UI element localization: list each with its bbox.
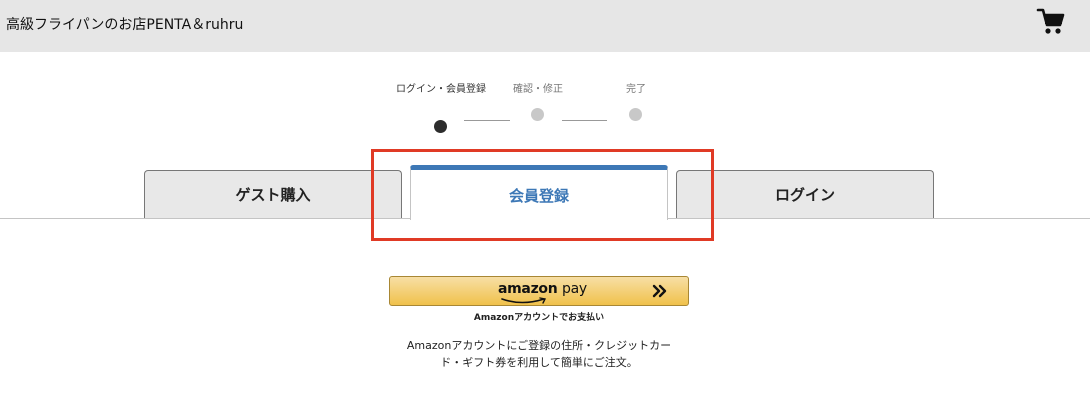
progress-steps: ログイン・会員登録 確認・修正 完了 xyxy=(0,82,1090,142)
highlight-annotation-box xyxy=(371,149,714,241)
amazon-pay-description: Amazonアカウントにご登録の住所・クレジットカー ド・ギフト券を利用して簡単… xyxy=(389,337,689,371)
amazon-pay-caption: Amazonアカウントでお支払い xyxy=(473,313,605,323)
step-connector xyxy=(562,120,607,121)
pay-logo-text: pay xyxy=(562,281,587,297)
amazon-logo-text: amazon xyxy=(498,281,558,297)
header: 高級フライパンのお店PENTA＆ruhru xyxy=(0,0,1090,52)
amazon-pay-button[interactable]: amazon pay xyxy=(389,276,689,306)
tab-login[interactable]: ログイン xyxy=(676,170,934,218)
description-line: ド・ギフト券を利用して簡単にご注文。 xyxy=(440,356,638,369)
tab-guest-purchase[interactable]: ゲスト購入 xyxy=(144,170,402,218)
step-label-confirm: 確認・修正 xyxy=(513,84,563,95)
shop-title[interactable]: 高級フライパンのお店PENTA＆ruhru xyxy=(6,14,243,34)
amazon-pay-logo: amazon pay xyxy=(498,281,587,297)
step-connector xyxy=(464,120,510,121)
step-dot-upcoming xyxy=(629,108,642,121)
double-chevron-right-icon xyxy=(652,284,667,298)
cart-icon[interactable] xyxy=(1036,6,1066,36)
step-dot-current xyxy=(434,120,447,133)
amazon-smile-icon xyxy=(501,297,547,304)
step-dot-upcoming xyxy=(531,108,544,121)
step-label-login: ログイン・会員登録 xyxy=(396,84,486,95)
description-line: Amazonアカウントにご登録の住所・クレジットカー xyxy=(406,339,672,352)
step-label-complete: 完了 xyxy=(626,84,646,95)
